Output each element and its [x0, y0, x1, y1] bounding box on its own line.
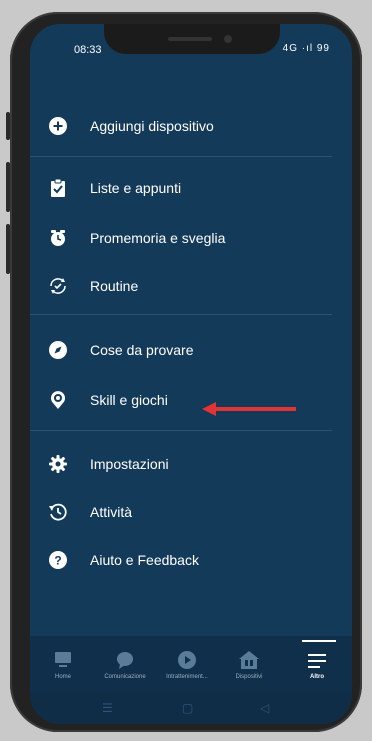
tab-label: Altro	[310, 674, 324, 680]
menu-item-label: Attività	[90, 504, 133, 520]
history-icon	[48, 502, 68, 522]
menu-item-label: Liste e appunti	[90, 180, 182, 196]
menu-item-activity[interactable]: Attività	[30, 494, 352, 530]
notch	[104, 24, 280, 54]
tab-label: Home	[54, 674, 71, 680]
divider	[30, 430, 332, 431]
tab-home[interactable]: Home	[32, 636, 94, 692]
active-tab-indicator	[302, 640, 336, 642]
menu-item-help-feedback[interactable]: ? Aiuto e Feedback	[30, 542, 352, 578]
tab-more[interactable]: Altro	[286, 636, 348, 692]
tab-devices[interactable]: Dispositivi	[218, 636, 280, 692]
bottom-tab-bar: Home Comunicazione Intratteniment... Dis…	[30, 636, 352, 692]
mute-switch	[6, 112, 10, 140]
status-time: 08:33	[74, 44, 102, 56]
devices-house-icon	[239, 650, 259, 670]
menu-item-routine[interactable]: Routine	[30, 268, 352, 304]
android-nav-bar: ☰ ▢ ◁	[30, 692, 352, 724]
menu-item-things-to-try[interactable]: Cose da provare	[30, 332, 352, 368]
volume-up-button	[6, 162, 10, 212]
svg-text:?: ?	[54, 554, 61, 568]
gear-icon	[48, 454, 68, 474]
menu-item-label: Aggiungi dispositivo	[90, 118, 214, 134]
divider	[30, 314, 332, 315]
menu-item-label: Impostazioni	[90, 456, 169, 472]
menu-item-label: Cose da provare	[90, 342, 194, 358]
compass-icon	[48, 340, 68, 360]
tab-entertainment[interactable]: Intratteniment...	[156, 636, 218, 692]
help-circle-icon: ?	[48, 550, 68, 570]
divider	[30, 156, 332, 157]
tab-label: Dispositivi	[235, 674, 263, 680]
volume-down-button	[6, 224, 10, 274]
tab-label: Intratteniment...	[166, 674, 208, 680]
back-nav-icon[interactable]: ◁	[260, 701, 269, 715]
menu-item-skills-games[interactable]: Skill e giochi	[30, 382, 352, 418]
alarm-clock-icon	[48, 228, 68, 248]
red-arrow-annotation	[202, 402, 296, 416]
chat-bubble-icon	[116, 650, 134, 670]
menu-item-label: Skill e giochi	[90, 392, 168, 408]
plus-circle-icon	[48, 116, 68, 136]
menu-item-reminders[interactable]: Promemoria e sveglia	[30, 220, 352, 256]
menu-item-add-device[interactable]: Aggiungi dispositivo	[30, 108, 352, 144]
home-icon	[54, 650, 72, 670]
play-icon	[178, 650, 196, 670]
status-icons: 4G ·ıl 99	[282, 43, 330, 54]
skill-location-icon	[48, 390, 68, 410]
routine-check-icon	[48, 276, 68, 296]
menu-item-settings[interactable]: Impostazioni	[30, 446, 352, 482]
tab-label: Comunicazione	[104, 674, 146, 680]
menu-item-label: Aiuto e Feedback	[90, 552, 199, 568]
clipboard-check-icon	[48, 178, 68, 198]
app-screen: 08:33 4G ·ıl 99 Aggiungi dispositivo Lis…	[30, 24, 352, 724]
tab-communication[interactable]: Comunicazione	[94, 636, 156, 692]
recent-apps-icon[interactable]: ☰	[102, 701, 113, 715]
home-nav-icon[interactable]: ▢	[182, 701, 193, 715]
menu-item-lists[interactable]: Liste e appunti	[30, 170, 352, 206]
menu-item-label: Promemoria e sveglia	[90, 230, 226, 246]
menu-item-label: Routine	[90, 278, 139, 294]
hamburger-menu-icon	[308, 650, 326, 670]
